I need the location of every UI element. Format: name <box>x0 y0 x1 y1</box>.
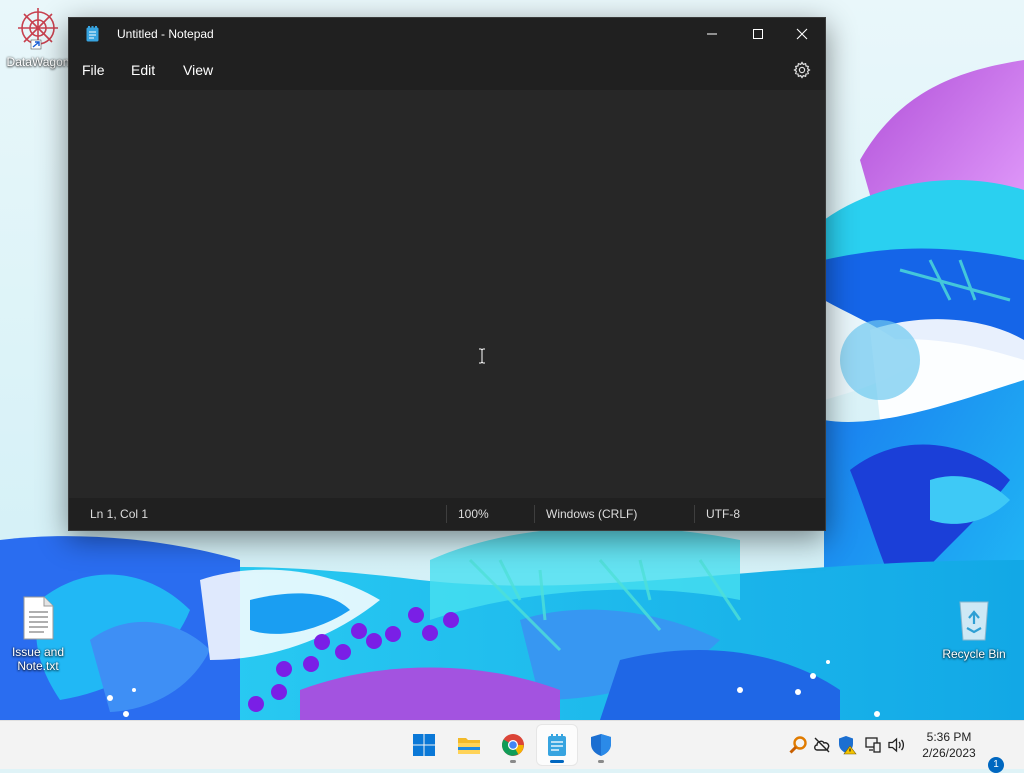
text-editor-area[interactable] <box>69 90 825 498</box>
status-bar: Ln 1, Col 1 100% Windows (CRLF) UTF-8 <box>69 498 825 530</box>
network-icon[interactable] <box>863 735 883 755</box>
taskbar: 5:36 PM 2/26/2023 1 <box>0 720 1024 773</box>
status-separator <box>534 505 535 523</box>
text-file-icon <box>23 596 54 640</box>
notepad-icon <box>548 734 566 756</box>
windows-start-icon <box>413 734 435 756</box>
desktop-icon-label: DataWagon <box>6 55 70 69</box>
file-explorer-icon <box>458 738 480 754</box>
recycle-bin-icon <box>959 601 989 641</box>
menu-edit[interactable]: Edit <box>131 62 155 78</box>
close-button[interactable] <box>779 18 825 50</box>
close-icon <box>796 28 808 40</box>
maximize-icon <box>753 29 763 39</box>
desktop-icon-label: Recycle Bin <box>942 647 1006 661</box>
title-bar[interactable]: Untitled - Notepad <box>69 18 825 50</box>
notification-badge[interactable]: 1 <box>988 757 1004 773</box>
desktop-icon-datawagon[interactable]: DataWagon <box>0 6 76 69</box>
menu-bar: File Edit View <box>69 50 825 90</box>
minimize-button[interactable] <box>689 18 735 50</box>
desktop-icon-recycle-bin[interactable]: Recycle Bin <box>936 598 1012 661</box>
status-zoom: 100% <box>458 507 489 521</box>
system-clock[interactable]: 5:36 PM 2/26/2023 <box>912 729 986 761</box>
status-separator <box>446 505 447 523</box>
notepad-icon <box>86 26 99 42</box>
chrome-icon <box>502 734 524 756</box>
status-line-col: Ln 1, Col 1 <box>90 507 149 521</box>
menu-file[interactable]: File <box>82 62 105 78</box>
taskbar-file-explorer[interactable] <box>449 725 489 765</box>
notepad-window: Untitled - Notepad File Edit View Ln 1, … <box>68 17 826 531</box>
maximize-button[interactable] <box>735 18 781 50</box>
clock-time: 5:36 PM <box>926 730 972 744</box>
running-indicator <box>510 760 516 763</box>
status-separator <box>694 505 695 523</box>
clock-date: 2/26/2023 <box>922 746 976 760</box>
taskbar-chrome[interactable] <box>493 725 533 765</box>
security-warning-icon[interactable] <box>837 735 857 755</box>
search-magnifier-icon[interactable] <box>788 735 808 755</box>
datawagon-icon <box>18 8 58 50</box>
menu-view[interactable]: View <box>183 62 213 78</box>
settings-gear-icon[interactable] <box>793 61 811 79</box>
window-title: Untitled - Notepad <box>117 27 214 41</box>
desktop-icon-label: Issue and Note.txt <box>11 645 65 673</box>
taskbar-notepad[interactable] <box>537 725 577 765</box>
volume-icon[interactable] <box>887 735 907 755</box>
status-encoding: UTF-8 <box>706 507 740 521</box>
desktop-icon-issue-note[interactable]: Issue and Note.txt <box>0 596 76 673</box>
cloud-offline-icon[interactable] <box>812 735 832 755</box>
running-indicator <box>598 760 604 763</box>
status-line-ending: Windows (CRLF) <box>546 507 638 521</box>
active-indicator <box>550 760 564 763</box>
defender-icon <box>591 734 611 756</box>
text-cursor-icon <box>479 348 485 364</box>
taskbar-defender[interactable] <box>581 725 621 765</box>
start-button[interactable] <box>404 725 444 765</box>
minimize-icon <box>707 33 717 35</box>
